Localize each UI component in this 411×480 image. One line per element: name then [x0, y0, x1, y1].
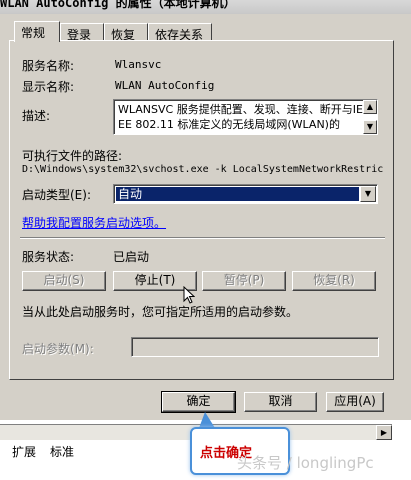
background-window-edge: ▼ [396, 40, 411, 480]
tab-extended[interactable]: 扩展 [8, 442, 40, 459]
separator [20, 237, 385, 239]
tab-dependencies[interactable]: 依存关系 [148, 23, 212, 42]
description-text: WLANSVC 服务提供配置、发现、连接、断开与IEEE 802.11 标准定义… [118, 103, 363, 131]
tab-general[interactable]: 常规 [14, 21, 60, 42]
display-name-value: WLAN AutoConfig [115, 79, 215, 92]
tab-recovery[interactable]: 恢复 [104, 23, 148, 42]
start-button[interactable]: 启动(S) [22, 271, 106, 291]
description-box[interactable]: WLANSVC 服务提供配置、发现、连接、断开与IEEE 802.11 标准定义… [113, 99, 378, 135]
tab-logon[interactable]: 登录 [60, 23, 104, 42]
startup-type-value: 自动 [116, 187, 359, 201]
startup-type-select[interactable]: 自动 ▼ [113, 184, 378, 204]
scroll-right-icon[interactable]: ▶ [376, 425, 392, 440]
tab-standard[interactable]: 标准 [46, 442, 78, 459]
scroll-down-icon[interactable]: ▼ [363, 120, 377, 134]
ok-button[interactable]: 确定 [161, 391, 236, 413]
start-params-label: 启动参数(M): [22, 342, 94, 356]
watermark: 头条号 / longlingPc [237, 454, 374, 472]
help-configure-link[interactable]: 帮助我配置服务启动选项。 [22, 214, 166, 231]
resume-button[interactable]: 恢复(R) [292, 271, 376, 291]
service-name-label: 服务名称: [22, 59, 75, 73]
exe-path-label: 可执行文件的路径: [22, 149, 123, 163]
callout-pointer [199, 412, 215, 428]
startup-type-label: 启动类型(E): [22, 188, 91, 202]
title-bar: WLAN AutoConfig 的属性（本地计算机） [0, 0, 411, 14]
service-name-value: Wlansvc [115, 58, 162, 71]
general-panel: 服务名称: Wlansvc 显示名称: WLAN AutoConfig 描述: … [9, 40, 394, 380]
dropdown-arrow-icon[interactable]: ▼ [360, 186, 376, 202]
display-name-label: 显示名称: [22, 80, 75, 94]
cancel-button[interactable]: 取消 [244, 392, 317, 412]
exe-path-value: D:\Windows\system32\svchost.exe -k Local… [22, 164, 384, 175]
apply-button[interactable]: 应用(A) [326, 392, 384, 412]
service-status-label: 服务状态: [22, 250, 75, 264]
description-label: 描述: [22, 109, 51, 123]
mouse-cursor-icon [183, 286, 195, 304]
service-status-value: 已启动 [113, 250, 150, 264]
scroll-up-icon[interactable]: ▲ [363, 100, 377, 114]
window-title: WLAN AutoConfig 的属性（本地计算机） [0, 0, 236, 10]
start-params-input[interactable] [131, 337, 379, 357]
hint-text: 当从此处启动服务时，您可指定所适用的启动参数。 [22, 305, 299, 319]
pause-button[interactable]: 暂停(P) [202, 271, 286, 291]
